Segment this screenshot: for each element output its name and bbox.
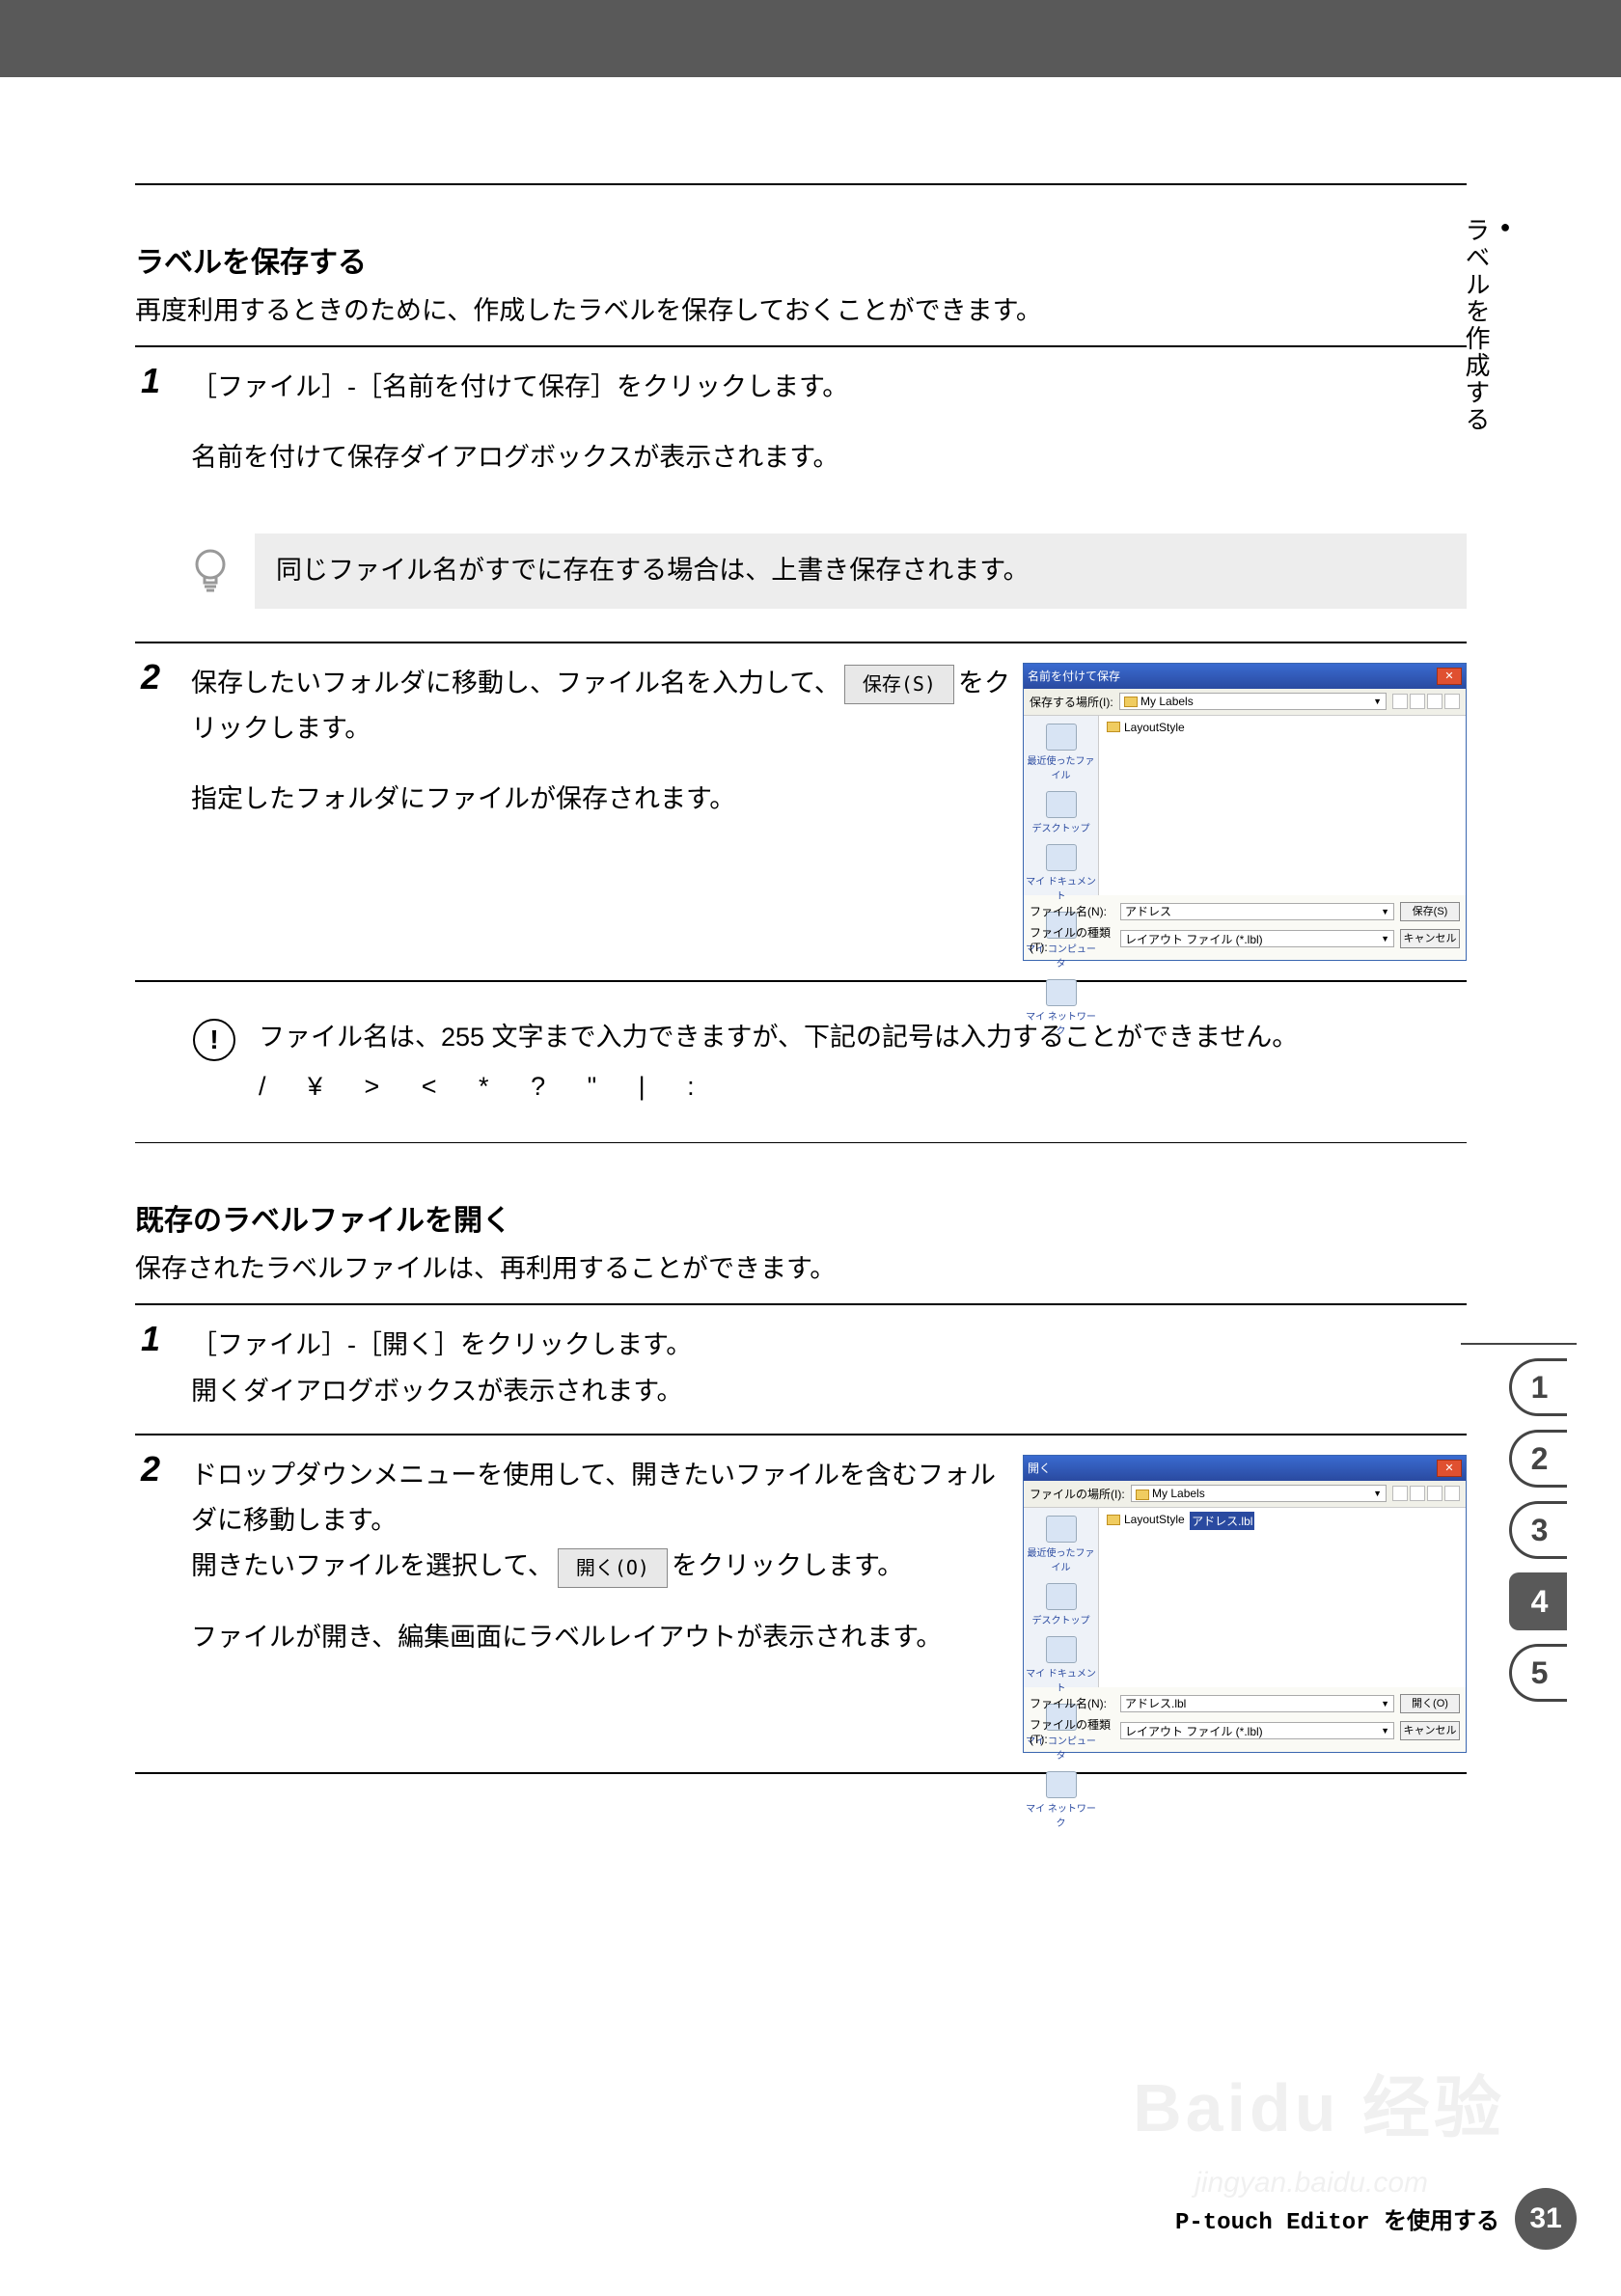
open-dialog-screenshot: 開く ✕ ファイルの場所(I): My Labels▼ 最近使ったファイル デス… [1023,1455,1467,1753]
save-button-image: 保存(S) [844,665,954,704]
warning-text: ファイル名は、255 文字まで入力できますが、下記の記号は入力することができませ… [259,1015,1298,1060]
filename-label: ファイル名(N): [1030,1695,1114,1711]
section1-step2: 2 保存したいフォルダに移動し、ファイル名を入力して、保存(S)をクリックします… [135,643,1467,980]
top-bar [0,0,1621,77]
step-text: ドロップダウンメニューを使用して、開きたいファイルを含むフォルダに移動します。 [191,1453,1013,1544]
close-icon: ✕ [1437,668,1462,685]
filetype-field: レイアウト ファイル (*.lbl)▼ [1120,930,1394,947]
warning-icon: ! [193,1019,235,1061]
chapter-tabs: 1 2 3 4 5 [1509,1343,1577,1715]
note-text: 同じファイル名がすでに存在する場合は、上書き保存されます。 [255,533,1467,609]
divider [135,1142,1467,1143]
open-button-image: 開く(O) [558,1548,668,1588]
divider [135,1772,1467,1774]
filename-field: アドレス▼ [1120,903,1394,920]
dialog-cancel-button: キャンセル [1400,929,1460,948]
chapter-tab-3[interactable]: 3 [1509,1501,1567,1559]
step-number: 1 [135,361,191,481]
section2-step1: 1 ［ファイル］-［開く］をクリックします。 開くダイアログボックスが表示されま… [135,1305,1467,1434]
section2-title: 既存のラベルファイルを開く [135,1196,1467,1239]
step-text: 開きたいファイルを選択して、開く(O)をクリックします。 [191,1544,1013,1589]
note-box: 同じファイル名がすでに存在する場合は、上書き保存されます。 [185,524,1467,618]
step-number: 2 [135,657,191,961]
location-dropdown: My Labels▼ [1119,693,1387,710]
filetype-label: ファイルの種類(T): [1030,1716,1114,1746]
watermark: Baidu 经验 [1133,2054,1505,2151]
step-text: ［ファイル］-［開く］をクリックします。 [191,1323,1467,1368]
step-number: 1 [135,1319,191,1414]
section2-step2: 2 ドロップダウンメニューを使用して、開きたいファイルを含むフォルダに移動します… [135,1435,1467,1772]
close-icon: ✕ [1437,1460,1462,1477]
step-result: 指定したフォルダにファイルが保存されます。 [191,777,1013,822]
chapter-tab-5[interactable]: 5 [1509,1644,1567,1702]
section1-title: ラベルを保存する [135,238,1467,281]
warning-box: ! ファイル名は、255 文字まで入力できますが、下記の記号は入力することができ… [193,1015,1467,1110]
filename-label: ファイル名(N): [1030,903,1114,919]
location-dropdown: My Labels▼ [1131,1485,1387,1502]
dialog-cancel-button: キャンセル [1400,1721,1460,1740]
section2-intro: 保存されたラベルファイルは、再利用することができます。 [135,1248,1467,1290]
dialog-title: 名前を付けて保存 [1028,668,1120,684]
step-number: 2 [135,1449,191,1753]
step-result: 開くダイアログボックスが表示されます。 [191,1369,1467,1414]
side-tab: ラベルを作成する [1459,217,1515,433]
filetype-field: レイアウト ファイル (*.lbl)▼ [1120,1722,1394,1739]
chapter-tab-4[interactable]: 4 [1509,1572,1567,1630]
section1-step1: 1 ［ファイル］-［名前を付けて保存］をクリックします。 名前を付けて保存ダイア… [135,347,1467,501]
footer-text: P-touch Editor を使用する [1175,2201,1499,2236]
chapter-tab-2[interactable]: 2 [1509,1430,1567,1488]
step-result: ファイルが開き、編集画面にラベルレイアウトが表示されます。 [191,1615,1013,1660]
lightbulb-icon [185,546,235,596]
location-label: 保存する場所(I): [1030,694,1113,710]
save-dialog-screenshot: 名前を付けて保存 ✕ 保存する場所(I): My Labels▼ 最近使ったファ… [1023,663,1467,961]
filetype-label: ファイルの種類(T): [1030,924,1114,954]
step-text: 保存したいフォルダに移動し、ファイル名を入力して、保存(S)をクリックします。 [191,661,1013,752]
section1-intro: 再度利用するときのために、作成したラベルを保存しておくことができます。 [135,290,1467,332]
filename-field: アドレス.lbl▼ [1120,1695,1394,1712]
chapter-tab-1[interactable]: 1 [1509,1358,1567,1416]
dialog-save-button: 保存(S) [1400,902,1460,921]
warning-symbols: / ¥ > < * ? " | : [259,1064,1298,1109]
dialog-title: 開く [1028,1460,1051,1476]
step-text: ［ファイル］-［名前を付けて保存］をクリックします。 [191,365,1467,410]
location-label: ファイルの場所(I): [1030,1486,1125,1502]
dialog-open-button: 開く(O) [1400,1694,1460,1713]
footer: P-touch Editor を使用する 31 [1175,2188,1577,2250]
divider [135,980,1467,982]
page-number: 31 [1515,2188,1577,2250]
step-result: 名前を付けて保存ダイアログボックスが表示されます。 [191,435,1467,480]
